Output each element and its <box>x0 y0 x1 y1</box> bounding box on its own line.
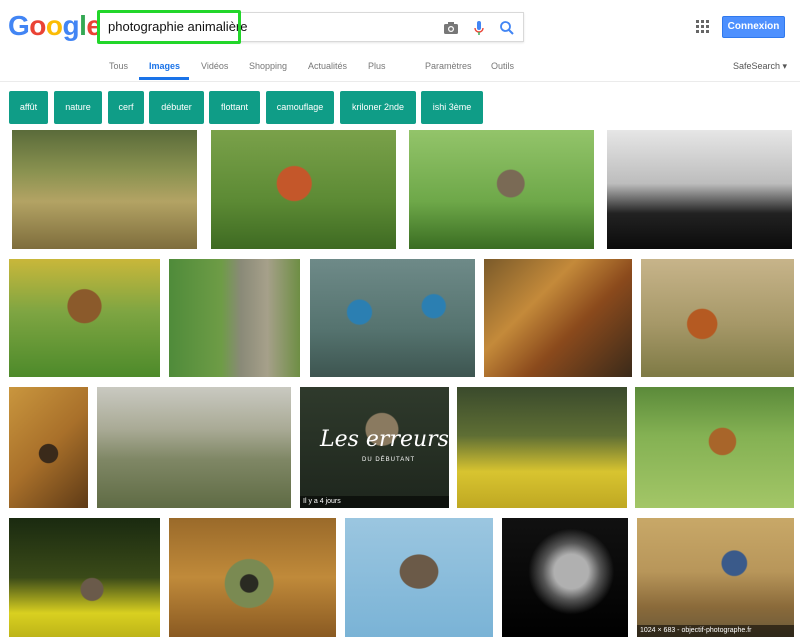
chip[interactable]: affût <box>9 91 48 124</box>
chip[interactable]: flottant <box>209 91 260 124</box>
chip[interactable]: cerf <box>108 91 144 124</box>
image-result[interactable] <box>345 518 493 637</box>
image-result[interactable]: 1024 × 683 - objectif-photographe.fr <box>637 518 794 637</box>
logo-letter: G <box>8 10 30 41</box>
image-result[interactable] <box>310 259 475 377</box>
tab-parametres[interactable]: Paramètres <box>425 61 472 71</box>
tab-tous[interactable]: Tous <box>109 61 128 71</box>
owl-overlay-title: Les erreurs <box>320 427 449 452</box>
google-logo[interactable]: Google <box>8 10 102 42</box>
image-result[interactable] <box>635 387 794 508</box>
connexion-button[interactable]: Connexion <box>722 16 785 38</box>
image-result[interactable] <box>607 130 792 249</box>
logo-letter: g <box>62 10 80 41</box>
image-result[interactable] <box>457 387 627 508</box>
tab-images[interactable]: Images <box>149 61 180 71</box>
chip[interactable]: débuter <box>149 91 204 124</box>
tab-outils[interactable]: Outils <box>491 61 514 71</box>
image-caption: Il y a 4 jours <box>300 496 449 508</box>
image-result[interactable] <box>409 130 594 249</box>
active-tab-indicator <box>139 77 189 80</box>
tab-shopping[interactable]: Shopping <box>249 61 287 71</box>
owl-overlay-subtitle: DU DÉBUTANT <box>362 457 416 463</box>
search-highlight-box <box>97 10 241 44</box>
tab-plus[interactable]: Plus <box>368 61 386 71</box>
image-caption: 1024 × 683 - objectif-photographe.fr <box>637 625 794 637</box>
image-result[interactable] <box>9 387 88 508</box>
logo-letter: l <box>79 10 87 41</box>
microphone-icon[interactable] <box>470 19 488 37</box>
image-result[interactable]: Les erreurs DU DÉBUTANT Il y a 4 jours <box>300 387 449 508</box>
camera-icon[interactable] <box>442 19 460 37</box>
image-result[interactable] <box>97 387 291 508</box>
image-result[interactable] <box>641 259 794 377</box>
logo-letter: o <box>29 10 46 41</box>
image-result[interactable] <box>211 130 396 249</box>
search-icon[interactable] <box>498 19 516 37</box>
image-result[interactable] <box>169 259 300 377</box>
top-bar: Google Connexion Tous Images Vidéos Shop… <box>0 0 800 82</box>
apps-grid-icon[interactable] <box>696 20 710 34</box>
image-result[interactable] <box>9 259 160 377</box>
tab-actualites[interactable]: Actualités <box>308 61 347 71</box>
tab-videos[interactable]: Vidéos <box>201 61 228 71</box>
chip[interactable]: nature <box>54 91 102 124</box>
image-result[interactable] <box>484 259 632 377</box>
image-result[interactable] <box>12 130 197 249</box>
chip[interactable]: kriloner 2nde <box>340 91 416 124</box>
image-result[interactable] <box>9 518 160 637</box>
chip[interactable]: ishi 3ème <box>421 91 483 124</box>
image-result[interactable] <box>169 518 336 637</box>
logo-letter: o <box>45 10 63 41</box>
safesearch-menu[interactable]: SafeSearch ▾ <box>733 61 787 72</box>
chip[interactable]: camouflage <box>266 91 334 124</box>
image-result[interactable] <box>502 518 628 637</box>
